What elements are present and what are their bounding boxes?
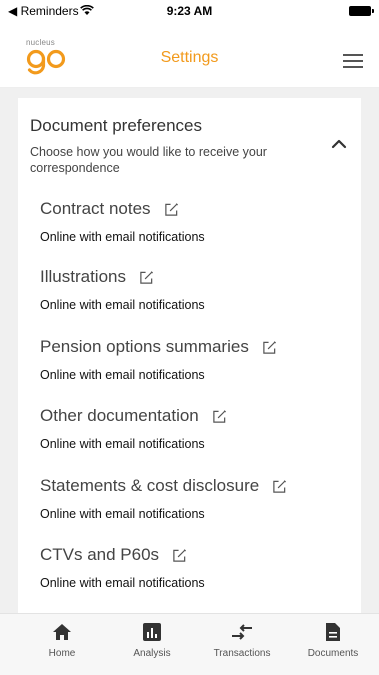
menu-line — [343, 66, 363, 68]
tab-label: Transactions — [213, 648, 271, 659]
status-time: 9:23 AM — [166, 4, 213, 18]
pref-item-label: Other documentation — [40, 406, 199, 425]
tab-home[interactable]: Home — [22, 622, 102, 659]
pref-item-ctvs-p60s[interactable]: CTVs and P60s Online with email notifica… — [40, 544, 350, 590]
status-bar: ◀ Reminders 9:23 AM — [0, 0, 379, 22]
pref-item-value: Online with email notifications — [40, 437, 205, 451]
tab-transactions[interactable]: Transactions — [202, 622, 282, 659]
tab-label: Analysis — [133, 648, 171, 659]
section-description: Choose how you would like to receive you… — [30, 145, 267, 175]
tab-analysis[interactable]: Analysis — [112, 622, 192, 659]
pref-item-value: Online with email notifications — [40, 230, 205, 244]
documents-icon — [326, 623, 340, 641]
analysis-icon — [143, 623, 161, 641]
section-title: Document preferences — [30, 116, 202, 135]
edit-icon[interactable] — [172, 548, 187, 563]
edit-icon[interactable] — [272, 479, 287, 494]
menu-line — [343, 54, 363, 56]
tab-label: Home — [48, 648, 76, 659]
pref-item-other-documentation[interactable]: Other documentation Online with email no… — [40, 405, 350, 451]
edit-icon[interactable] — [262, 340, 277, 355]
tab-label: Documents — [307, 648, 359, 659]
settings-content[interactable]: Document preferences Choose how you woul… — [0, 88, 379, 613]
edit-icon[interactable] — [164, 202, 179, 217]
bottom-tab-bar: Home Analysis Transactions Documents — [0, 613, 379, 675]
pref-item-label: Contract notes — [40, 199, 151, 218]
pref-item-pension-options-summaries[interactable]: Pension options summaries Online with em… — [40, 336, 350, 382]
pref-item-label: CTVs and P60s — [40, 545, 160, 564]
home-icon — [53, 624, 71, 640]
pref-item-value: Online with email notifications — [40, 576, 205, 590]
battery-icon — [349, 6, 374, 16]
document-preferences-card: Document preferences Choose how you woul… — [18, 98, 361, 613]
pref-item-contract-notes[interactable]: Contract notes Online with email notific… — [40, 198, 350, 244]
pref-item-value: Online with email notifications — [40, 368, 205, 382]
menu-line — [343, 60, 363, 62]
chevron-up-icon[interactable] — [331, 136, 347, 152]
hamburger-menu-button[interactable] — [343, 54, 363, 70]
page-title: Settings — [160, 49, 219, 66]
logo-small-text: nucleus — [26, 38, 55, 47]
transactions-icon — [232, 624, 252, 640]
pref-item-value: Online with email notifications — [40, 507, 205, 521]
edit-icon[interactable] — [212, 409, 227, 424]
pref-item-illustrations[interactable]: Illustrations Online with email notifica… — [40, 266, 350, 312]
app-header: nucleus Settings — [0, 22, 379, 88]
pref-item-label: Statements & cost disclosure — [40, 476, 260, 495]
pref-item-value: Online with email notifications — [40, 298, 205, 312]
tab-documents[interactable]: Documents — [293, 622, 373, 659]
pref-item-label: Illustrations — [40, 267, 126, 286]
pref-item-statements-cost-disclosure[interactable]: Statements & cost disclosure Online with… — [40, 475, 350, 521]
pref-item-label: Pension options summaries — [40, 337, 249, 356]
edit-icon[interactable] — [139, 270, 154, 285]
